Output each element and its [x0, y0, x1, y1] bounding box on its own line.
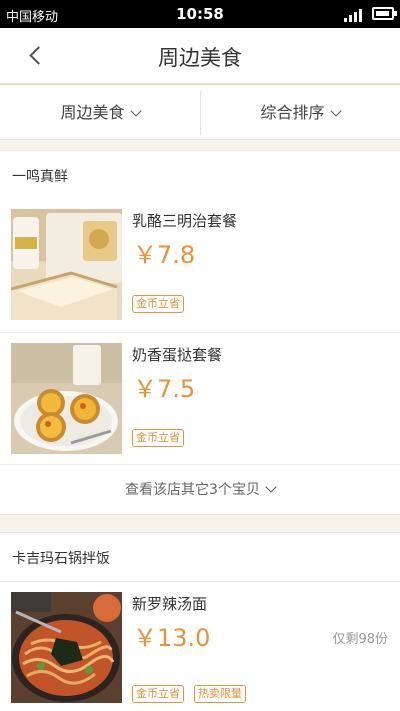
product-image [11, 343, 122, 454]
view-more-items-button[interactable]: 查看该店其它3个宝贝 [0, 465, 400, 515]
signal-icon [344, 8, 366, 22]
shop-name: 卡吉玛石锅拌饭 [12, 551, 110, 567]
chevron-down-icon [129, 105, 142, 117]
battery-icon [372, 7, 397, 20]
product-price: ￥13.0 [133, 624, 211, 652]
stock-remaining: 仅剩98份 [332, 632, 388, 647]
shop-header[interactable]: 一鸣真鲜 [0, 150, 400, 200]
shop-name: 一鸣真鲜 [12, 169, 68, 185]
hot-limited-tag: 热卖限量 [194, 685, 246, 703]
product-price: ￥7.8 [133, 241, 196, 269]
title-bar: 周边美食 [0, 28, 400, 84]
filter-bar: 周边美食 综合排序 [0, 84, 400, 140]
product-price: ￥7.5 [133, 375, 196, 403]
product-name: 乳酪三明治套餐 [132, 212, 238, 230]
coin-save-tag: 金币立省 [132, 685, 184, 703]
coin-save-tag: 金币立省 [132, 429, 184, 447]
product-item[interactable]: 新罗辣汤面 ￥13.0 仅剩98份 金币立省 热卖限量 [0, 582, 400, 711]
product-image [11, 592, 122, 703]
filter-sort-label: 综合排序 [260, 103, 325, 122]
view-more-label: 查看该店其它3个宝贝 [125, 482, 260, 498]
page-title: 周边美食 [158, 46, 242, 70]
coin-save-tag: 金币立省 [132, 295, 184, 313]
product-name: 新罗辣汤面 [132, 595, 208, 613]
product-item[interactable]: 奶香蛋挞套餐 ￥7.5 金币立省 [0, 333, 400, 465]
shop-header[interactable]: 卡吉玛石锅拌饭 [0, 532, 400, 582]
filter-category-label: 周边美食 [60, 103, 125, 122]
product-item[interactable]: 乳酪三明治套餐 ￥7.8 金币立省 [0, 199, 400, 333]
status-bar: 中国移动 10:58 [0, 0, 400, 28]
clock: 10:58 [176, 5, 224, 23]
product-image [11, 209, 122, 320]
section-gap [0, 516, 400, 532]
product-name: 奶香蛋挞套餐 [132, 346, 223, 364]
chevron-down-icon [265, 481, 277, 493]
chevron-down-icon [329, 105, 342, 117]
filter-category-dropdown[interactable]: 周边美食 [0, 85, 200, 140]
filter-sort-dropdown[interactable]: 综合排序 [200, 85, 400, 140]
